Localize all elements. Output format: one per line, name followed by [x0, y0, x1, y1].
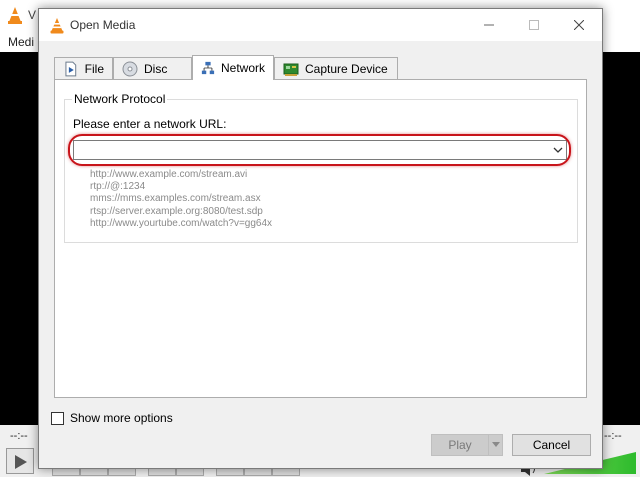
- maximize-button[interactable]: [511, 9, 557, 41]
- menu-media[interactable]: Medi: [8, 35, 34, 49]
- tab-file[interactable]: File: [54, 57, 113, 79]
- url-examples: http://www.example.com/stream.avi rtp://…: [90, 169, 272, 230]
- total-time: --:--: [604, 430, 622, 442]
- play-button-label: Play: [448, 438, 472, 452]
- close-button[interactable]: [556, 9, 602, 41]
- network-protocol-group: Network Protocol Please enter a network …: [64, 92, 578, 243]
- show-more-options-checkbox[interactable]: [51, 411, 64, 425]
- tab-network-label: Network: [220, 61, 265, 75]
- minimize-icon: [484, 24, 494, 26]
- example-url: mms://mms.examples.com/stream.asx: [90, 193, 261, 205]
- show-more-options[interactable]: Show more options: [51, 411, 173, 425]
- tab-capture-label: Capture Device: [305, 61, 388, 76]
- tab-disc-label: Disc: [144, 61, 168, 76]
- cancel-button-label: Cancel: [532, 438, 571, 452]
- capture-card-icon: [283, 63, 299, 76]
- open-media-dialog: Open Media File Disc Network Capture Dev…: [38, 8, 603, 469]
- chevron-down-icon: [492, 442, 500, 447]
- tab-file-label: File: [84, 61, 104, 76]
- example-url: rtsp://server.example.org:8080/test.sdp: [90, 205, 263, 217]
- example-url: http://www.example.com/stream.avi: [90, 169, 248, 180]
- network-icon: [201, 61, 215, 75]
- dialog-title: Open Media: [70, 18, 136, 32]
- url-label: Please enter a network URL:: [73, 117, 227, 131]
- close-icon: [574, 20, 584, 30]
- example-url: rtp://@:1234: [90, 181, 146, 193]
- example-url: http://www.yourtube.com/watch?v=gg64x: [90, 217, 273, 229]
- vlc-cone-icon: [50, 18, 64, 34]
- show-more-options-label: Show more options: [70, 411, 173, 425]
- tab-capture-device[interactable]: Capture Device: [274, 57, 398, 79]
- play-control-button[interactable]: [6, 448, 34, 474]
- tab-network[interactable]: Network: [192, 55, 274, 80]
- maximize-icon: [529, 20, 539, 30]
- play-icon: [15, 455, 27, 469]
- network-tab-panel: Network Protocol Please enter a network …: [54, 79, 587, 398]
- file-icon: [65, 61, 77, 76]
- network-url-input[interactable]: [77, 142, 547, 158]
- dialog-titlebar: Open Media: [39, 9, 602, 41]
- network-url-combobox[interactable]: [73, 140, 567, 160]
- chevron-down-icon[interactable]: [552, 144, 564, 156]
- vlc-cone-icon: [8, 7, 22, 24]
- cancel-button[interactable]: Cancel: [512, 434, 591, 456]
- group-title: Network Protocol: [72, 92, 168, 106]
- play-dropdown-button[interactable]: [488, 434, 503, 456]
- disc-icon: [122, 61, 138, 76]
- minimize-button[interactable]: [466, 9, 512, 41]
- main-title-text: V: [28, 8, 37, 22]
- elapsed-time: --:--: [10, 430, 28, 442]
- tab-disc[interactable]: Disc: [113, 57, 192, 79]
